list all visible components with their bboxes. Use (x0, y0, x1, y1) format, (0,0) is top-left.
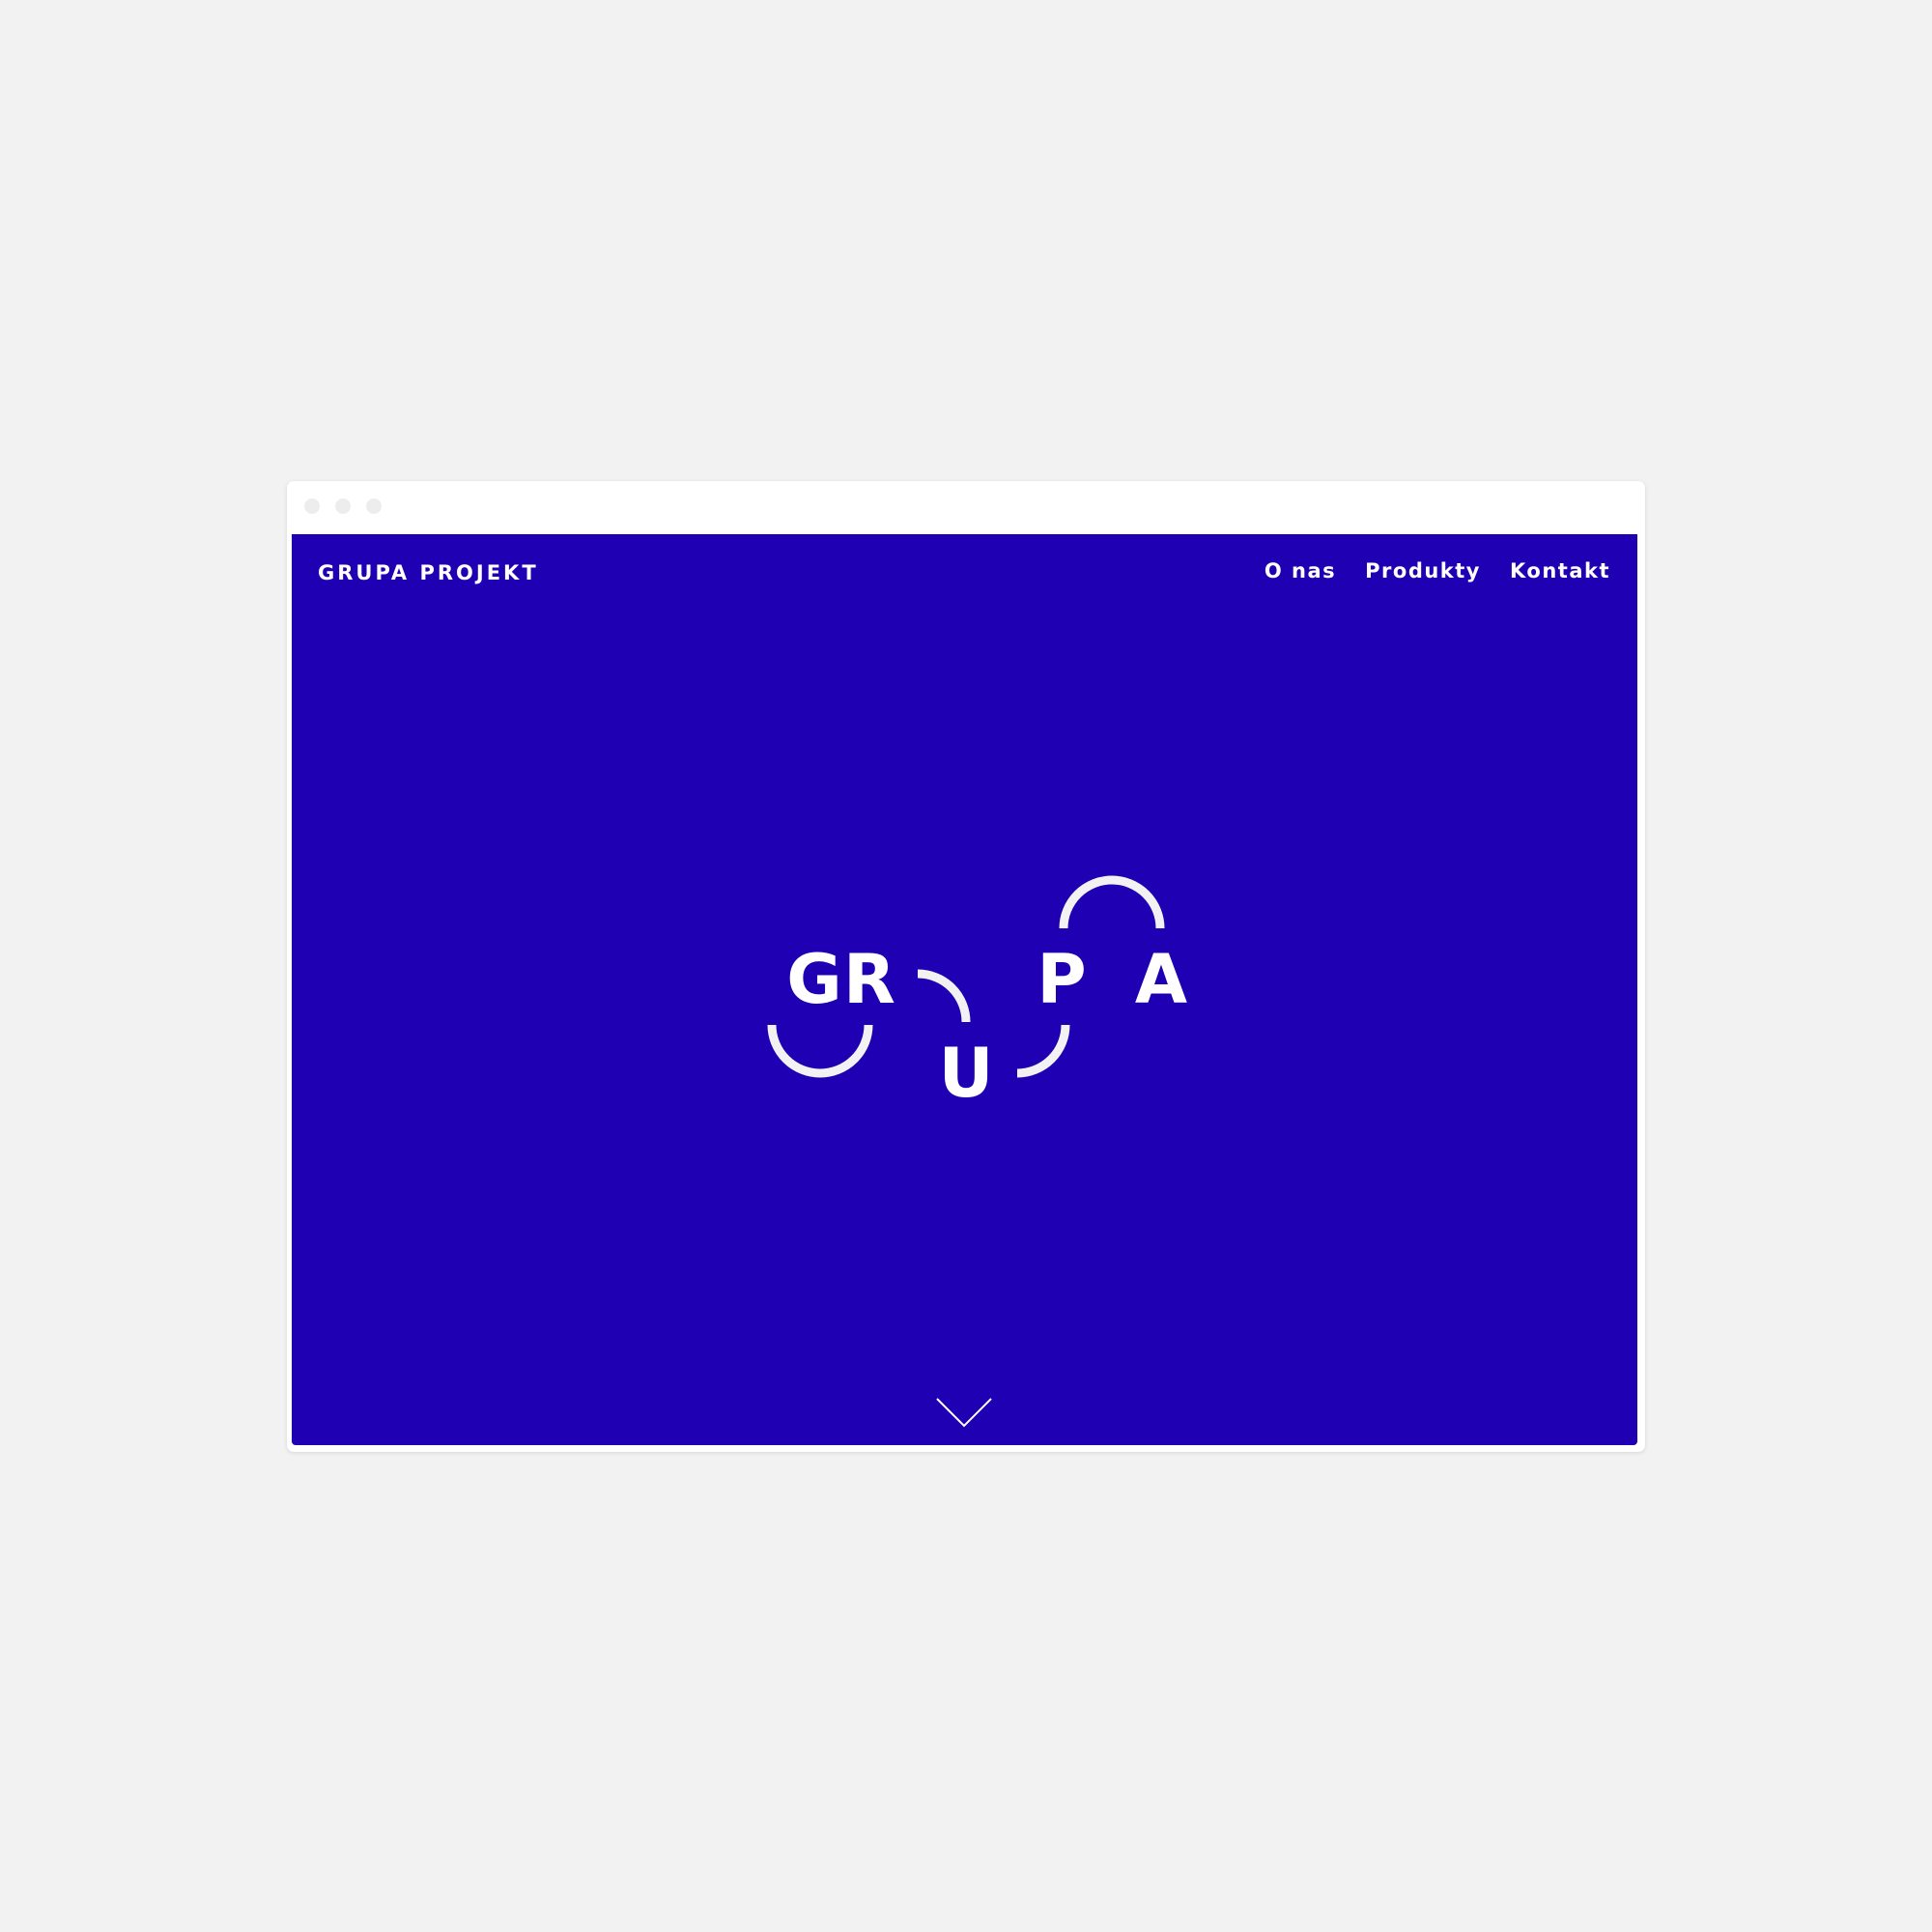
logo-letter-u: U (939, 1034, 994, 1113)
page-viewport: GRUPA PROJEKT O nas Produkty Kontakt G R… (292, 534, 1637, 1445)
logo-arc-1 (767, 1024, 873, 1078)
logo-arc-4 (1059, 875, 1165, 929)
logo-letter-r: R (843, 940, 895, 1019)
browser-titlebar (287, 481, 1645, 532)
logo-letter-a: A (1135, 940, 1187, 1019)
logo-letter-g: G (786, 940, 841, 1019)
window-close-dot[interactable] (304, 498, 320, 514)
logo-letter-p: P (1037, 940, 1086, 1019)
logo-arc-3 (1016, 1024, 1070, 1078)
window-minimize-dot[interactable] (335, 498, 351, 514)
window-maximize-dot[interactable] (366, 498, 382, 514)
browser-window: GRUPA PROJEKT O nas Produkty Kontakt G R… (287, 481, 1645, 1452)
logo-arc-2 (917, 969, 971, 1023)
grupa-hero-logo: G R U P A (767, 875, 1187, 1113)
chevron-down-icon[interactable] (935, 1397, 993, 1430)
